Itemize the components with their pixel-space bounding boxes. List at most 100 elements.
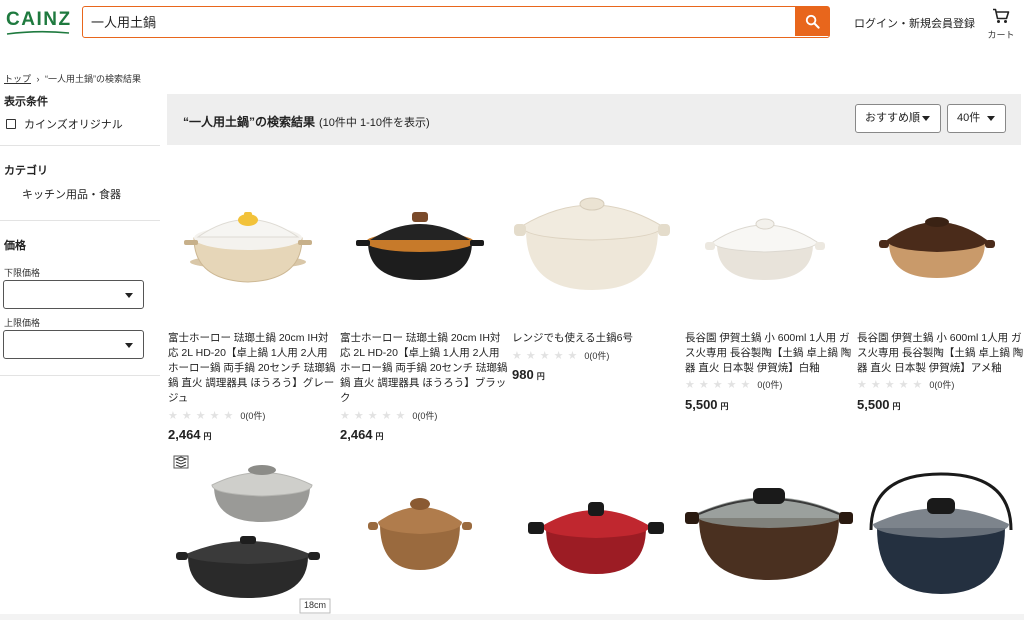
rating-stars: ★ ★ ★ ★ ★ 0(0件) bbox=[340, 409, 437, 422]
cart-label: カート bbox=[987, 30, 1015, 40]
search-input[interactable] bbox=[83, 7, 795, 36]
chevron-down-icon bbox=[922, 116, 930, 121]
product-name[interactable]: レンジでも使える土鍋6号 bbox=[512, 331, 680, 346]
search-button[interactable] bbox=[795, 7, 829, 36]
product-image[interactable] bbox=[857, 180, 1024, 310]
sort-select[interactable]: おすすめ順 bbox=[855, 104, 941, 133]
cainz-original-label: カインズオリジナル bbox=[24, 119, 123, 131]
category-item-kitchen[interactable]: キッチン用品・食器 bbox=[22, 186, 121, 202]
product-price: 5,500 円 bbox=[857, 397, 901, 412]
product-price: 2,464 円 bbox=[168, 427, 212, 442]
product-image[interactable] bbox=[340, 180, 508, 310]
logo-text: CAINZ bbox=[6, 9, 72, 30]
results-header: “一人用土鍋”の検索結果 (10件中 1-10件を表示) おすすめ順 40件 bbox=[167, 94, 1021, 145]
product-image[interactable] bbox=[340, 452, 508, 614]
product-card[interactable]: 18cm bbox=[168, 452, 336, 614]
star-icon: ★ bbox=[512, 350, 522, 362]
star-icon: ★ bbox=[567, 350, 578, 362]
price-value: 5,500 bbox=[685, 397, 718, 412]
star-icon: ★ bbox=[740, 379, 751, 391]
product-price: 5,500 円 bbox=[685, 397, 729, 412]
star-icon: ★ bbox=[553, 350, 564, 362]
star-icon: ★ bbox=[912, 379, 923, 391]
star-icon: ★ bbox=[353, 410, 364, 422]
price-value: 2,464 bbox=[168, 427, 201, 442]
product-name[interactable]: 長谷園 伊賀土鍋 小 600ml 1人用 ガス火専用 長谷製陶【土鍋 卓上鍋 陶… bbox=[857, 331, 1024, 376]
product-name[interactable]: 長谷園 伊賀土鍋 小 600ml 1人用 ガス火専用 長谷製陶【土鍋 卓上鍋 陶… bbox=[685, 331, 853, 376]
search-bar bbox=[82, 6, 830, 38]
product-card[interactable] bbox=[340, 452, 508, 614]
product-name[interactable]: 富士ホーロー 琺瑯土鍋 20cm IH対応 2L HD-20【卓上鍋 1人用 2… bbox=[340, 331, 508, 406]
breadcrumb-separator-icon: › bbox=[36, 74, 40, 84]
chevron-down-icon bbox=[987, 116, 995, 121]
cainz-logo[interactable]: CAINZ bbox=[6, 10, 70, 36]
rating-stars: ★ ★ ★ ★ ★ 0(0件) bbox=[857, 378, 954, 391]
product-price: 2,464 円 bbox=[340, 427, 384, 442]
product-price: 980 円 bbox=[512, 367, 545, 382]
product-name[interactable]: 富士ホーロー 琺瑯土鍋 20cm IH対応 2L HD-20【卓上鍋 1人用 2… bbox=[168, 331, 336, 406]
star-icon: ★ bbox=[367, 410, 378, 422]
breadcrumb-home[interactable]: トップ bbox=[4, 74, 31, 84]
product-image[interactable] bbox=[685, 180, 853, 310]
chevron-down-icon bbox=[125, 293, 133, 298]
sidebar-divider bbox=[0, 375, 160, 376]
breadcrumb-current: “一人用土鍋”の検索結果 bbox=[45, 74, 142, 84]
star-icon: ★ bbox=[381, 410, 392, 422]
sidebar-divider bbox=[0, 145, 160, 146]
product-image[interactable] bbox=[168, 180, 336, 310]
product-card[interactable] bbox=[512, 452, 680, 614]
review-count: 0(0件) bbox=[584, 351, 610, 361]
star-icon: ★ bbox=[223, 410, 234, 422]
sidebar-divider bbox=[0, 220, 160, 221]
star-icon: ★ bbox=[181, 410, 192, 422]
header: CAINZ ログイン・新規会員登録 カート bbox=[0, 0, 1024, 48]
star-icon: ★ bbox=[340, 410, 350, 422]
review-count: 0(0件) bbox=[412, 411, 438, 421]
cart-button[interactable]: カート bbox=[986, 8, 1016, 40]
per-page-value: 40件 bbox=[957, 112, 981, 124]
price-yen: 円 bbox=[720, 402, 729, 411]
sort-value: おすすめ順 bbox=[865, 112, 920, 124]
star-icon: ★ bbox=[884, 379, 895, 391]
product-image[interactable] bbox=[857, 452, 1024, 614]
star-icon: ★ bbox=[698, 379, 709, 391]
star-icon: ★ bbox=[712, 379, 723, 391]
price-yen: 円 bbox=[536, 372, 545, 381]
results-count: (10件中 1-10件を表示) bbox=[319, 117, 430, 129]
star-icon: ★ bbox=[898, 379, 909, 391]
rating-stars: ★ ★ ★ ★ ★ 0(0件) bbox=[685, 378, 782, 391]
login-register-link[interactable]: ログイン・新規会員登録 bbox=[854, 15, 975, 31]
chevron-down-icon bbox=[125, 343, 133, 348]
size-badge: 18cm bbox=[303, 600, 326, 610]
per-page-select[interactable]: 40件 bbox=[947, 104, 1006, 133]
product-image[interactable] bbox=[168, 452, 336, 614]
price-yen: 円 bbox=[892, 402, 901, 411]
review-count: 0(0件) bbox=[929, 380, 955, 390]
cainz-original-checkbox[interactable]: カインズオリジナル bbox=[6, 116, 123, 132]
max-price-select[interactable] bbox=[3, 330, 144, 359]
rating-stars: ★ ★ ★ ★ ★ 0(0件) bbox=[512, 349, 609, 362]
product-card[interactable] bbox=[685, 452, 853, 614]
product-image[interactable] bbox=[685, 452, 853, 614]
product-image[interactable] bbox=[512, 452, 680, 614]
price-value: 5,500 bbox=[857, 397, 890, 412]
product-card[interactable] bbox=[857, 452, 1024, 614]
product-image[interactable] bbox=[512, 180, 680, 310]
star-icon: ★ bbox=[857, 379, 867, 391]
category-heading: カテゴリ bbox=[4, 165, 48, 177]
cart-icon bbox=[993, 8, 1010, 23]
min-price-select[interactable] bbox=[3, 280, 144, 309]
results-title: “一人用土鍋”の検索結果 (10件中 1-10件を表示) bbox=[183, 113, 430, 130]
logo-swoosh-icon bbox=[6, 30, 70, 35]
star-icon: ★ bbox=[525, 350, 536, 362]
star-icon: ★ bbox=[395, 410, 406, 422]
star-icon: ★ bbox=[209, 410, 220, 422]
star-icon: ★ bbox=[195, 410, 206, 422]
results-title-text: “一人用土鍋”の検索結果 bbox=[183, 115, 316, 129]
display-conditions-heading: 表示条件 bbox=[4, 96, 48, 108]
star-icon: ★ bbox=[870, 379, 881, 391]
rating-stars: ★ ★ ★ ★ ★ 0(0件) bbox=[168, 409, 265, 422]
star-icon: ★ bbox=[685, 379, 695, 391]
breadcrumb: トップ › “一人用土鍋”の検索結果 bbox=[4, 72, 141, 85]
price-yen: 円 bbox=[203, 432, 212, 441]
